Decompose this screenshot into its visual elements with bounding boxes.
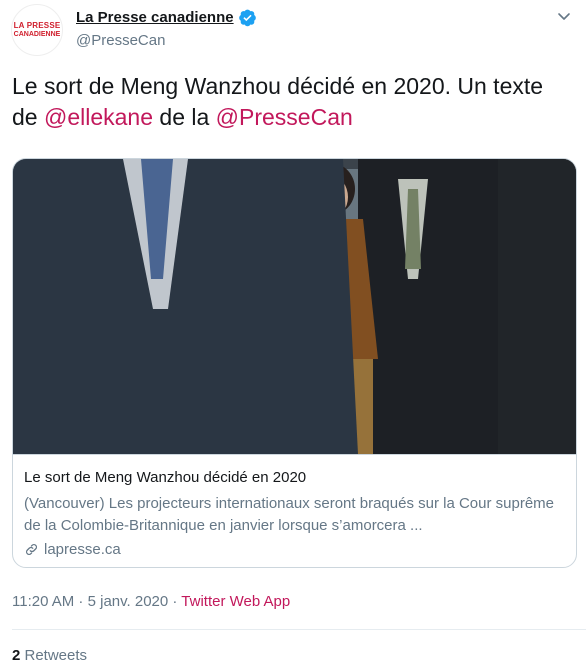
divider (12, 629, 586, 630)
author-name[interactable]: La Presse canadienne (76, 9, 234, 26)
author-block: La Presse canadienne @PresseCan (76, 8, 257, 49)
tweet-meta: 11:20 AM · 5 janv. 2020 · Twitter Web Ap… (12, 593, 290, 610)
chevron-down-icon[interactable] (556, 8, 572, 24)
tweet-text-part2: de la (153, 104, 216, 130)
avatar[interactable]: LA PRESSE CANADIENNE (11, 4, 63, 56)
author-handle[interactable]: @PresseCan (76, 32, 257, 49)
avatar-text-line1: LA PRESSE (13, 21, 61, 30)
meta-separator: · (74, 593, 88, 610)
tweet: LA PRESSE CANADIENNE La Presse canadienn… (0, 0, 586, 672)
card-title: Le sort de Meng Wanzhou décidé en 2020 (24, 469, 307, 486)
mention-link-pressecan[interactable]: @PresseCan (216, 104, 353, 130)
card-photo (13, 159, 576, 454)
tweet-date[interactable]: 5 janv. 2020 (88, 593, 169, 610)
mention-link-ellekane[interactable]: @ellekane (44, 104, 153, 130)
retweet-stats[interactable]: 2 Retweets (12, 647, 87, 664)
card-domain-text: lapresse.ca (44, 541, 121, 558)
link-card[interactable]: Le sort de Meng Wanzhou décidé en 2020 (… (12, 158, 577, 568)
verified-badge-icon (238, 9, 256, 27)
card-body: Le sort de Meng Wanzhou décidé en 2020 (… (13, 454, 576, 567)
card-description: (Vancouver) Les projecteurs internationa… (24, 495, 554, 534)
avatar-text-line2: CANADIENNE (13, 31, 61, 38)
retweet-label: Retweets (20, 647, 88, 664)
link-icon (26, 544, 37, 555)
tweet-source[interactable]: Twitter Web App (181, 593, 290, 610)
meta-separator: · (168, 593, 182, 610)
card-domain: lapresse.ca (24, 541, 121, 558)
tweet-text: Le sort de Meng Wanzhou décidé en 2020. … (12, 71, 572, 133)
tweet-time[interactable]: 11:20 AM (12, 593, 74, 610)
